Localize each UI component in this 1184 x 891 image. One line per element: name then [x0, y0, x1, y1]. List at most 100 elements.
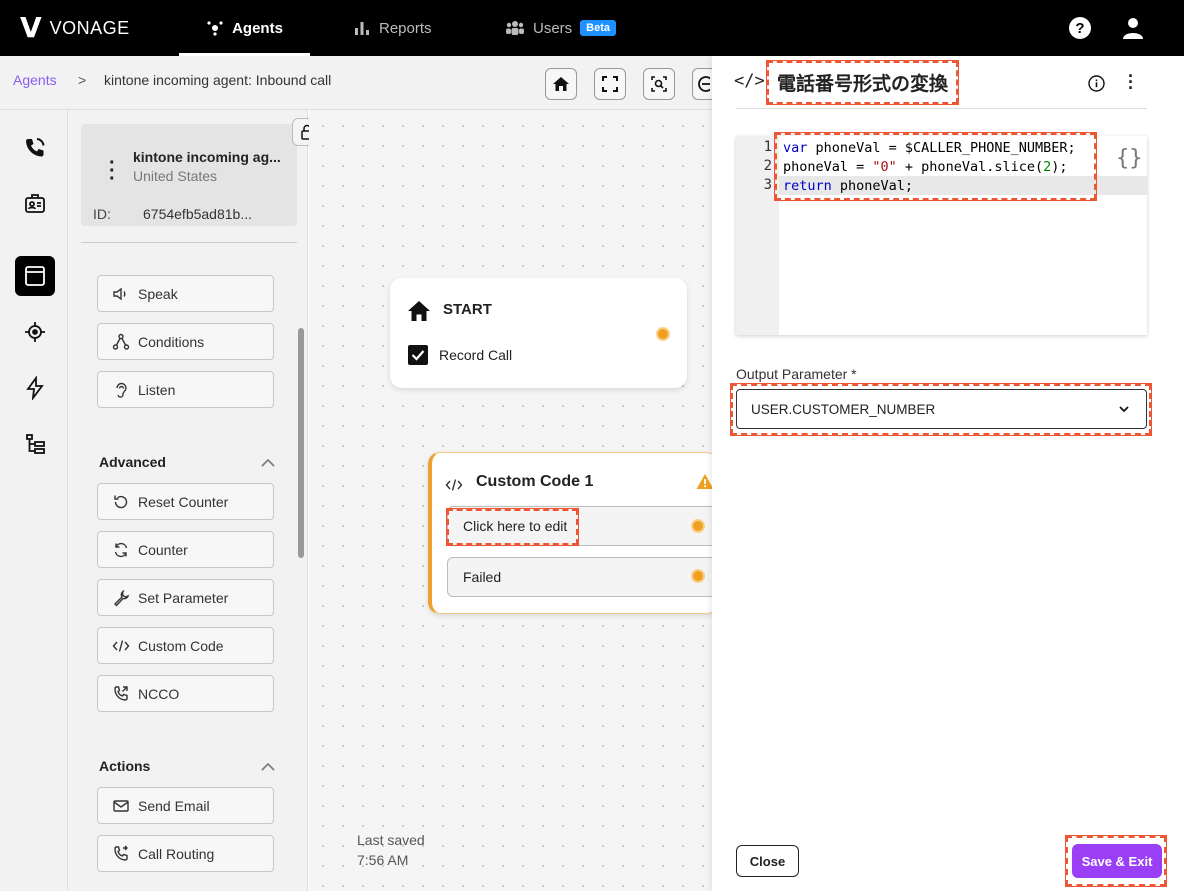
output-parameter-label: Output Parameter * [736, 366, 857, 382]
output-parameter-select[interactable]: USER.CUSTOMER_NUMBER [736, 389, 1147, 429]
info-icon[interactable] [1088, 75, 1105, 92]
palette-item-custom-code[interactable]: Custom Code [97, 627, 274, 664]
palette-item-label: Send Email [138, 797, 210, 814]
chevron-down-icon[interactable] [1117, 402, 1131, 416]
palette-item-set-parameter[interactable]: Set Parameter [97, 579, 274, 616]
reset-icon [114, 495, 128, 508]
phone-forward-icon [114, 685, 128, 701]
agent-menu-icon[interactable]: · · · [109, 153, 116, 189]
agent-id-value: 6754efb5ad81b... [143, 206, 252, 222]
refresh-icon [114, 542, 128, 557]
panel-divider [736, 108, 1147, 109]
palette-scrollbar[interactable] [298, 328, 304, 558]
rail-flow-builder[interactable] [15, 256, 55, 296]
line-number: 2 [763, 158, 772, 174]
chevron-up-icon[interactable] [260, 759, 276, 775]
palette-divider [81, 242, 297, 243]
custom-code-node-title: Custom Code 1 [476, 473, 594, 490]
panel-title[interactable]: 電話番号形式の変換 [765, 60, 960, 105]
phone-icon [26, 138, 45, 157]
code-editor[interactable]: 1 2 3 var phoneVal = $CALLER_PHONE_NUMBE… [736, 132, 1147, 335]
section-advanced-title: Advanced [99, 454, 166, 470]
palette-item-label: Set Parameter [138, 589, 229, 606]
start-output-port[interactable] [656, 327, 670, 341]
section-actions-title: Actions [99, 758, 151, 774]
palette-item-reset-counter[interactable]: Reset Counter [97, 483, 274, 520]
help-icon[interactable]: ? [1068, 16, 1092, 40]
rail-integrations[interactable] [15, 312, 55, 352]
user-icon[interactable] [1121, 16, 1145, 40]
chevron-up-icon[interactable] [260, 455, 276, 471]
failed-output-port[interactable] [691, 569, 705, 583]
home-button[interactable] [545, 68, 577, 100]
format-code-icon[interactable]: {} [1116, 146, 1143, 171]
target-icon [25, 322, 45, 342]
node-palette: · · · kintone incoming ag... United States… [68, 110, 322, 891]
tab-reports[interactable]: Reports [353, 0, 432, 56]
beta-badge: Beta [580, 20, 617, 36]
record-call-checkbox[interactable] [408, 345, 428, 365]
id-card-icon [25, 194, 45, 213]
vonage-logo[interactable]: V VONAGE [20, 11, 130, 44]
flow-canvas[interactable]: START Record Call Custom Code 1 Click he… [309, 110, 719, 891]
last-saved-time: 7:56 AM [357, 852, 409, 868]
rail-hierarchy[interactable] [15, 424, 55, 464]
home-icon [553, 77, 569, 91]
save-and-exit-button[interactable]: Save & Exit [1072, 844, 1162, 878]
zoom-out-button[interactable] [692, 68, 712, 100]
agent-id-label: ID: [93, 206, 111, 222]
users-icon [506, 21, 524, 35]
logo-mark: V [20, 11, 42, 44]
zoom-fit-button[interactable] [643, 68, 675, 100]
home-icon [408, 301, 430, 321]
tab-agents[interactable]: Agents [179, 0, 310, 56]
palette-item-call-routing[interactable]: Call Routing [97, 835, 274, 872]
annotation-highlight-code [774, 132, 1097, 201]
rail-contacts[interactable] [15, 184, 55, 224]
code-icon [445, 479, 463, 491]
fit-view-button[interactable] [594, 68, 626, 100]
palette-item-label: Counter [138, 541, 188, 558]
tree-icon [26, 434, 45, 454]
tab-users-label: Users [533, 19, 573, 37]
palette-item-label: Listen [138, 381, 176, 398]
left-icon-rail [0, 110, 68, 891]
close-button[interactable]: Close [736, 845, 799, 877]
logo-text: VONAGE [49, 17, 130, 38]
success-output-port[interactable] [691, 519, 705, 533]
palette-item-counter[interactable]: Counter [97, 531, 274, 568]
last-saved-status: Last saved 7:56 AM [357, 830, 425, 870]
tab-users[interactable]: Users Beta [505, 0, 617, 56]
palette-item-listen[interactable]: Listen [97, 371, 274, 408]
custom-code-editor-panel: </> 電話番号形式の変換 · · · 1 2 3 var phoneVal = $… [712, 56, 1184, 891]
rail-events[interactable] [15, 368, 55, 408]
agent-card: · · · kintone incoming ag... United States… [81, 124, 297, 226]
palette-item-label: Custom Code [138, 637, 224, 654]
failed-row[interactable]: Failed [447, 557, 719, 597]
agents-icon [207, 21, 223, 36]
top-navigation: V VONAGE Agents Reports Users Beta ? [0, 0, 1184, 56]
palette-item-conditions[interactable]: Conditions [97, 323, 274, 360]
branch-icon [112, 333, 130, 350]
palette-item-send-email[interactable]: Send Email [97, 787, 274, 824]
line-number: 1 [763, 139, 772, 155]
breadcrumb-agents-link[interactable]: Agents [13, 72, 57, 88]
start-node[interactable]: START Record Call [390, 278, 687, 388]
check-icon [411, 350, 425, 361]
tab-reports-label: Reports [379, 19, 432, 37]
zoom-out-icon [697, 76, 710, 92]
rail-calls[interactable] [15, 128, 55, 168]
palette-item-label: Reset Counter [138, 493, 229, 510]
palette-item-ncco[interactable]: NCCO [97, 675, 274, 712]
more-options-icon[interactable]: · · · [1122, 67, 1140, 97]
palette-item-label: Speak [138, 285, 178, 302]
record-call-label: Record Call [439, 347, 513, 363]
palette-item-label: NCCO [138, 685, 180, 702]
code-icon [112, 639, 130, 652]
agent-name: kintone incoming ag... [133, 149, 281, 165]
palette-item-speak[interactable]: Speak [97, 275, 274, 312]
wrench-icon [114, 589, 130, 607]
window-icon [25, 266, 45, 286]
palette-item-label: Call Routing [138, 845, 215, 862]
zoom-focus-icon [651, 76, 667, 92]
